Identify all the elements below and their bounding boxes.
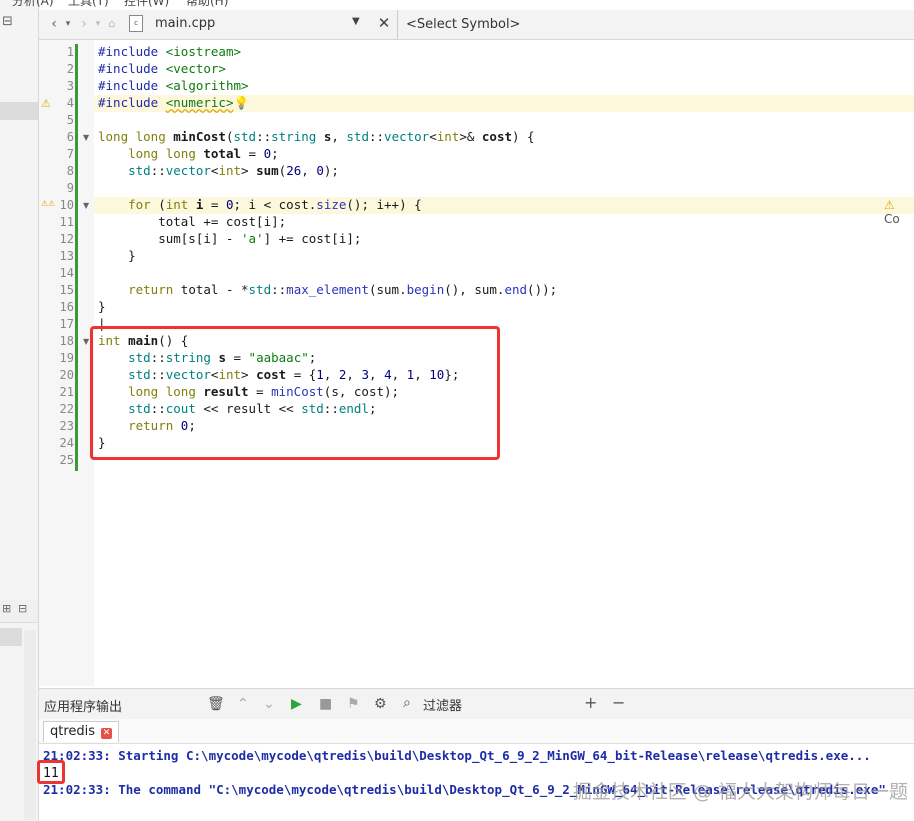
inline-warning[interactable]: ⚠ Co	[884, 198, 914, 226]
settings-icon[interactable]: ⚙	[374, 696, 387, 712]
line-number: 24	[59, 436, 74, 450]
menu-help[interactable]: 帮助(H)	[186, 0, 228, 9]
line-number: 11	[59, 215, 74, 229]
sidebar-lower-toolbar: ⊞ ⊟	[0, 600, 38, 623]
output-pane-title: 应用程序输出	[44, 700, 123, 715]
overflow-icon[interactable]: ⊟	[2, 14, 13, 29]
sidebar-scrollbar[interactable]	[24, 630, 36, 820]
close-document-icon[interactable]: ✕	[375, 14, 393, 32]
minimize-icon[interactable]: −	[612, 693, 625, 712]
toolbar-divider	[397, 10, 398, 39]
output-pane-toolbar: 应用程序输出 🗑 ⌃ ⌄ ▶ ■ ⚑ ⚙ ⌕ 过滤器 + −	[39, 688, 914, 720]
editor-toolbar: ‹ ▾ › ▾ ⌂ c main.cpp ▼ ✕ <Select Symbol>	[39, 10, 914, 40]
inline-warning-text: Co	[884, 212, 900, 226]
line-number: 18	[59, 334, 74, 348]
change-indicator-bar	[75, 44, 78, 471]
split-icon[interactable]: ⊞	[2, 602, 11, 615]
warning-icon[interactable]: ⚠⚠	[41, 199, 55, 208]
cpp-file-icon: c	[129, 15, 143, 32]
line-number: 15	[59, 283, 74, 297]
line-number: 3	[66, 79, 74, 93]
menu-tools[interactable]: 工具(T)	[68, 0, 109, 9]
code-line: std::vector<int> sum(26, 0);	[128, 163, 339, 178]
output-line: 21:02:33: Starting C:\mycode\mycode\qtre…	[43, 748, 871, 763]
warning-icon: ⚠	[884, 198, 895, 212]
code-line: return total - *std::max_element(sum.beg…	[128, 282, 558, 297]
line-number: 14	[59, 266, 74, 280]
code-line: long long minCost(std::string s, std::ve…	[98, 129, 535, 144]
watermark: 掘金技术社区 @ 福大大架构师每日一题	[572, 781, 908, 803]
line-number: 16	[59, 300, 74, 314]
highlight-box-main	[90, 326, 500, 460]
line-number: 19	[59, 351, 74, 365]
code-line: #include <vector>	[98, 61, 226, 76]
collapse-icon[interactable]: ⊟	[18, 602, 27, 615]
close-tab-icon[interactable]: ✕	[101, 728, 113, 739]
sidebar-lower-selected-row[interactable]	[0, 628, 22, 646]
line-number: 1	[66, 45, 74, 59]
line-number: 6	[66, 130, 74, 144]
line-number: 22	[59, 402, 74, 416]
previous-icon[interactable]: ⌃	[237, 696, 249, 712]
line-number: 25	[59, 453, 74, 467]
line-number: 21	[59, 385, 74, 399]
attach-debugger-icon[interactable]: ⚑	[347, 696, 360, 712]
line-number: 20	[59, 368, 74, 382]
file-dropdown-icon[interactable]: ▼	[352, 16, 360, 27]
lock-icon: ⌂	[108, 17, 116, 30]
line-number: 8	[66, 164, 74, 178]
stop-icon[interactable]: ■	[319, 696, 332, 712]
highlight-box-output	[37, 760, 65, 784]
code-line: #include <algorithm>	[98, 78, 249, 93]
filter-input[interactable]: 过滤器	[423, 695, 462, 714]
clear-icon[interactable]: 🗑	[207, 696, 225, 712]
line-number: 7	[66, 147, 74, 161]
fold-marker-icon[interactable]: ▼	[83, 337, 89, 346]
menu-widgets[interactable]: 控件(W)	[124, 0, 169, 9]
line-number: 12	[59, 232, 74, 246]
line-number: 23	[59, 419, 74, 433]
code-line: for (int i = 0; i < cost.size(); i++) {	[128, 197, 422, 212]
warning-icon[interactable]: ⚠	[41, 97, 51, 110]
fold-marker-icon[interactable]: ▼	[83, 133, 89, 142]
add-icon[interactable]: +	[584, 693, 597, 712]
sidebar-selected-row[interactable]	[0, 102, 38, 120]
code-line: }	[98, 248, 136, 263]
symbol-selector[interactable]: <Select Symbol>	[406, 17, 520, 32]
line-number: 17	[59, 317, 74, 331]
code-line: long long total = 0;	[128, 146, 279, 161]
code-line: total += cost[i];	[98, 214, 287, 229]
search-icon: ⌕	[403, 695, 411, 711]
tab-label: qtredis	[50, 724, 96, 739]
output-tabs: qtredis ✕	[39, 719, 914, 744]
run-icon[interactable]: ▶	[291, 696, 302, 712]
fold-marker-icon[interactable]: ▼	[83, 201, 89, 210]
file-selector[interactable]: c main.cpp ▼	[127, 13, 375, 35]
line-number: 9	[66, 181, 74, 195]
line-number: 2	[66, 62, 74, 76]
tab-qtredis[interactable]: qtredis ✕	[43, 721, 120, 742]
code-line: #include <iostream>	[98, 44, 242, 59]
code-line: sum[s[i] - 'a'] += cost[i];	[98, 231, 362, 246]
code-line: #include <numeric>💡	[98, 95, 250, 110]
code-line: }	[98, 299, 106, 314]
line-number: 5	[66, 113, 74, 127]
menu-analyze[interactable]: 分析(A)	[12, 0, 54, 9]
line-number: 13	[59, 249, 74, 263]
next-icon[interactable]: ⌄	[263, 696, 275, 712]
file-name: main.cpp	[155, 16, 216, 31]
